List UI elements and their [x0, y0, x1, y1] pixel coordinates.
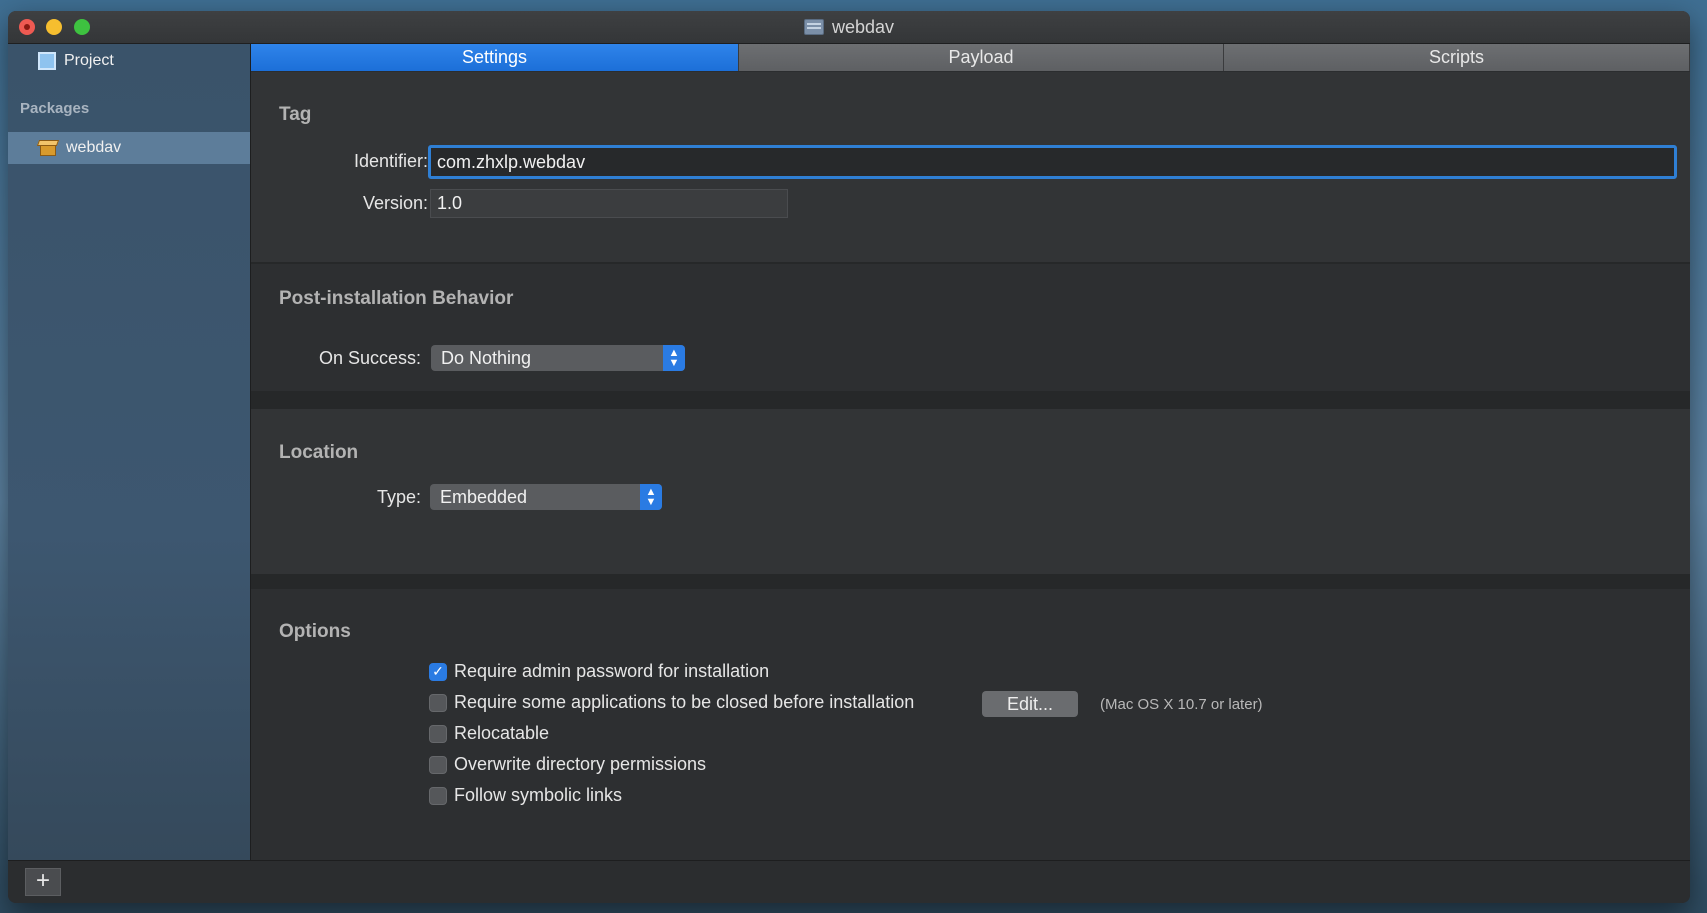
- options-section: Options ✓ Require admin password for ins…: [251, 589, 1690, 860]
- chevron-updown-icon: ▲ ▼: [640, 484, 662, 510]
- tab-bar: Settings Payload Scripts: [251, 44, 1690, 71]
- sidebar-section-header: Packages: [20, 100, 90, 117]
- title-bar: webdav: [8, 11, 1690, 44]
- version-label: Version:: [362, 193, 428, 213]
- option-label: Follow symbolic links: [454, 785, 623, 805]
- location-type-select[interactable]: Embedded ▲ ▼: [430, 484, 662, 510]
- location-section: Location Type: Embedded ▲ ▼: [251, 409, 1690, 574]
- checkbox-icon[interactable]: [429, 786, 447, 805]
- sidebar-item-project[interactable]: Project: [38, 52, 114, 70]
- option-label: Require admin password for installation: [454, 661, 770, 681]
- option-label: Overwrite directory permissions: [454, 754, 707, 774]
- sidebar: Project Packages webdav: [8, 44, 251, 860]
- edit-button[interactable]: Edit...: [982, 691, 1078, 717]
- add-package-button[interactable]: +: [25, 868, 61, 896]
- location-type-value: Embedded: [440, 486, 528, 507]
- section-title: Post-installation Behavior: [279, 288, 514, 309]
- on-success-label: On Success:: [318, 348, 421, 368]
- option-label: Require some applications to be closed b…: [454, 692, 915, 712]
- checkmark-icon[interactable]: ✓: [429, 662, 447, 681]
- option-close-applications[interactable]: Require some applications to be closed b…: [429, 692, 914, 713]
- tab-payload[interactable]: Payload: [739, 44, 1224, 71]
- checkbox-icon[interactable]: [429, 724, 447, 743]
- option-admin-password[interactable]: ✓ Require admin password for installatio…: [429, 661, 769, 682]
- option-overwrite-permissions[interactable]: Overwrite directory permissions: [429, 754, 706, 775]
- checkbox-icon[interactable]: [429, 755, 447, 774]
- section-title: Options: [279, 621, 351, 642]
- option-label: Relocatable: [454, 723, 550, 743]
- tab-settings[interactable]: Settings: [251, 44, 739, 71]
- sidebar-item-label: webdav: [66, 139, 122, 156]
- section-title: Location: [279, 442, 359, 463]
- settings-content: Tag Identifier: com.zhxlp.webdav Version…: [251, 72, 1690, 860]
- type-label: Type:: [376, 487, 421, 507]
- identifier-field[interactable]: com.zhxlp.webdav: [428, 145, 1677, 179]
- package-icon: [38, 139, 58, 157]
- bottom-toolbar: +: [8, 860, 1690, 903]
- post-installation-section: Post-installation Behavior On Success: D…: [251, 264, 1690, 391]
- app-window: webdav Project Packages webdav Settings …: [8, 11, 1690, 903]
- project-icon: [38, 52, 56, 70]
- identifier-label: Identifier:: [353, 151, 428, 171]
- on-success-select[interactable]: Do Nothing ▲ ▼: [431, 345, 685, 371]
- sidebar-item-label: Project: [64, 52, 114, 69]
- chevron-updown-icon: ▲ ▼: [663, 345, 685, 371]
- option-follow-symlinks[interactable]: Follow symbolic links: [429, 785, 622, 806]
- window-title: webdav: [831, 16, 895, 37]
- os-version-note: (Mac OS X 10.7 or later): [1100, 696, 1263, 713]
- option-relocatable[interactable]: Relocatable: [429, 723, 549, 744]
- document-icon: [803, 19, 824, 35]
- tag-section: Tag Identifier: com.zhxlp.webdav Version…: [251, 72, 1690, 262]
- section-title: Tag: [279, 104, 312, 125]
- tab-scripts[interactable]: Scripts: [1224, 44, 1690, 71]
- checkbox-icon[interactable]: [429, 693, 447, 712]
- version-field[interactable]: 1.0: [430, 189, 788, 218]
- on-success-value: Do Nothing: [441, 347, 532, 368]
- sidebar-item-webdav[interactable]: webdav: [8, 132, 250, 164]
